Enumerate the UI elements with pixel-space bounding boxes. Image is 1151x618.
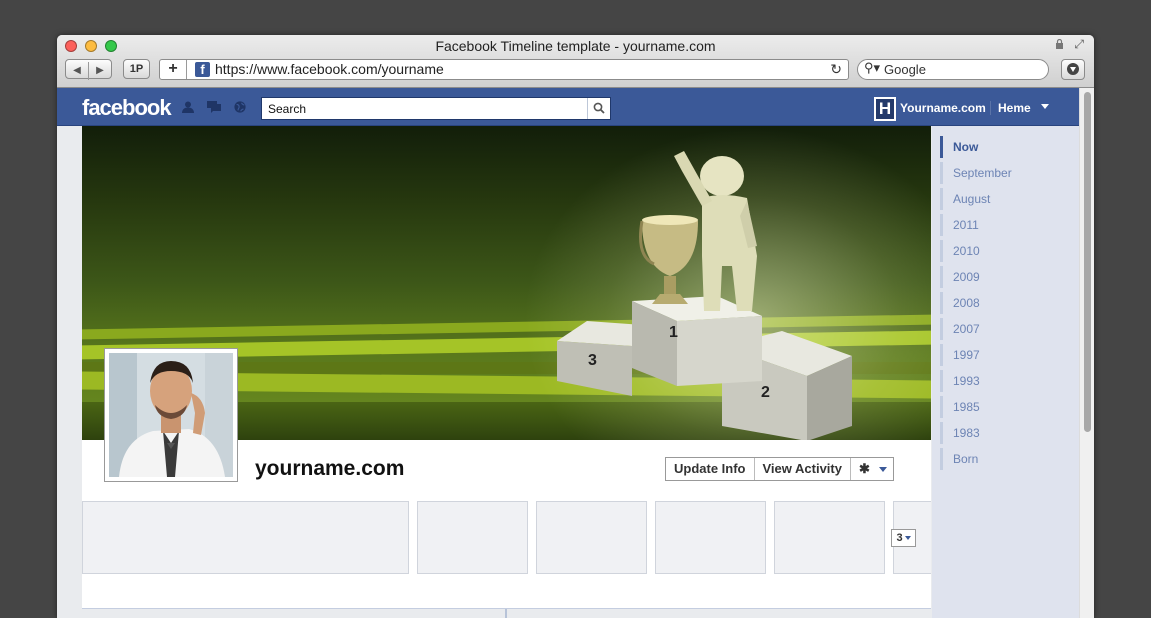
- search-icon: ⚲▾: [864, 60, 881, 75]
- timeline-item-2010[interactable]: 2010: [940, 240, 1079, 262]
- timeline-item-now[interactable]: Now: [940, 136, 1079, 158]
- facebook-favicon-icon: f: [195, 62, 210, 77]
- likes-box[interactable]: [655, 501, 766, 574]
- home-link[interactable]: Heme: [990, 101, 1031, 115]
- search-icon: [593, 102, 605, 114]
- timeline-item-1993[interactable]: 1993: [940, 370, 1079, 392]
- browser-titlebar: Facebook Timeline template - yourname.co…: [57, 35, 1094, 88]
- map-box[interactable]: [536, 501, 647, 574]
- google-search-placeholder: Google: [884, 62, 926, 77]
- friend-requests-icon[interactable]: [182, 101, 196, 113]
- timeline-item-2011[interactable]: 2011: [940, 214, 1079, 236]
- profile-name-link[interactable]: Yourname.com: [900, 101, 986, 115]
- timeline-item-august[interactable]: August: [940, 188, 1079, 210]
- app-box[interactable]: [774, 501, 885, 574]
- view-activity-button[interactable]: View Activity: [755, 458, 851, 480]
- timeline-item-september[interactable]: September: [940, 162, 1079, 184]
- profile-actions: Update Info View Activity ✱: [665, 457, 894, 481]
- address-bar[interactable]: + f https://www.facebook.com/yourname ↻: [159, 59, 849, 80]
- facebook-search-input[interactable]: [262, 98, 588, 119]
- back-forward-buttons: ◀ ▶: [65, 59, 112, 80]
- timeline-item-2008[interactable]: 2008: [940, 292, 1079, 314]
- browser-window: Facebook Timeline template - yourname.co…: [57, 35, 1094, 618]
- page-title: yourname.com: [255, 457, 405, 480]
- reload-icon[interactable]: ↻: [830, 61, 842, 78]
- messages-icon[interactable]: [207, 101, 221, 113]
- forward-arrow-icon[interactable]: ▶: [88, 62, 111, 80]
- downloads-button[interactable]: [1061, 59, 1085, 80]
- profile-photo-image: [109, 353, 233, 477]
- profile-picture[interactable]: [104, 348, 238, 482]
- google-search-field[interactable]: ⚲▾ Google: [857, 59, 1049, 80]
- friends-box[interactable]: [82, 501, 409, 574]
- podium-label-3: 3: [588, 352, 597, 369]
- facebook-logo[interactable]: facebook: [82, 95, 172, 121]
- chevron-down-icon: [904, 536, 911, 541]
- window-title: Facebook Timeline template - yourname.co…: [435, 38, 716, 54]
- timeline-item-1985[interactable]: 1985: [940, 396, 1079, 418]
- profile-thumbnail: H: [874, 97, 896, 121]
- podium-label-1: 1: [669, 324, 678, 341]
- settings-menu-button[interactable]: ✱: [851, 458, 893, 480]
- scrollbar-thumb[interactable]: [1084, 92, 1091, 432]
- update-info-button[interactable]: Update Info: [666, 458, 755, 480]
- more-sections-button[interactable]: 3: [891, 529, 916, 547]
- facebook-search-button[interactable]: [587, 98, 610, 119]
- url-text[interactable]: https://www.facebook.com/yourname: [215, 61, 444, 77]
- lock-icon: [1056, 39, 1063, 49]
- download-icon: [1067, 63, 1079, 75]
- timeline-item-1983[interactable]: 1983: [940, 422, 1079, 444]
- timeline-item-born[interactable]: Born: [940, 448, 1079, 470]
- podium-label-2: 2: [761, 384, 770, 401]
- timeline-item-2009[interactable]: 2009: [940, 266, 1079, 288]
- timeline-navigation: Now September August 2011 2010 2009 2008 2007 19…: [932, 126, 1079, 618]
- fullscreen-icon[interactable]: ⤢: [1074, 37, 1084, 52]
- gear-icon: ✱: [858, 461, 870, 476]
- timeline-spine: [505, 609, 507, 618]
- podium-trophy-illustration: [557, 151, 852, 440]
- timeline-item-1997[interactable]: 1997: [940, 344, 1079, 366]
- photos-box[interactable]: [417, 501, 528, 574]
- facebook-search-box: [261, 97, 611, 120]
- page-scrollbar[interactable]: [1079, 88, 1094, 618]
- facebook-top-bar: facebook H Yourname.com Heme: [57, 88, 1079, 126]
- onepassword-button[interactable]: 1P: [123, 59, 150, 79]
- add-bookmark-icon[interactable]: +: [160, 60, 187, 79]
- back-arrow-icon[interactable]: ◀: [66, 62, 88, 80]
- notifications-globe-icon[interactable]: [233, 101, 247, 113]
- chevron-down-icon: [878, 467, 887, 472]
- timeline-item-2007[interactable]: 2007: [940, 318, 1079, 340]
- account-menu-chevron-down-icon[interactable]: [1041, 104, 1049, 109]
